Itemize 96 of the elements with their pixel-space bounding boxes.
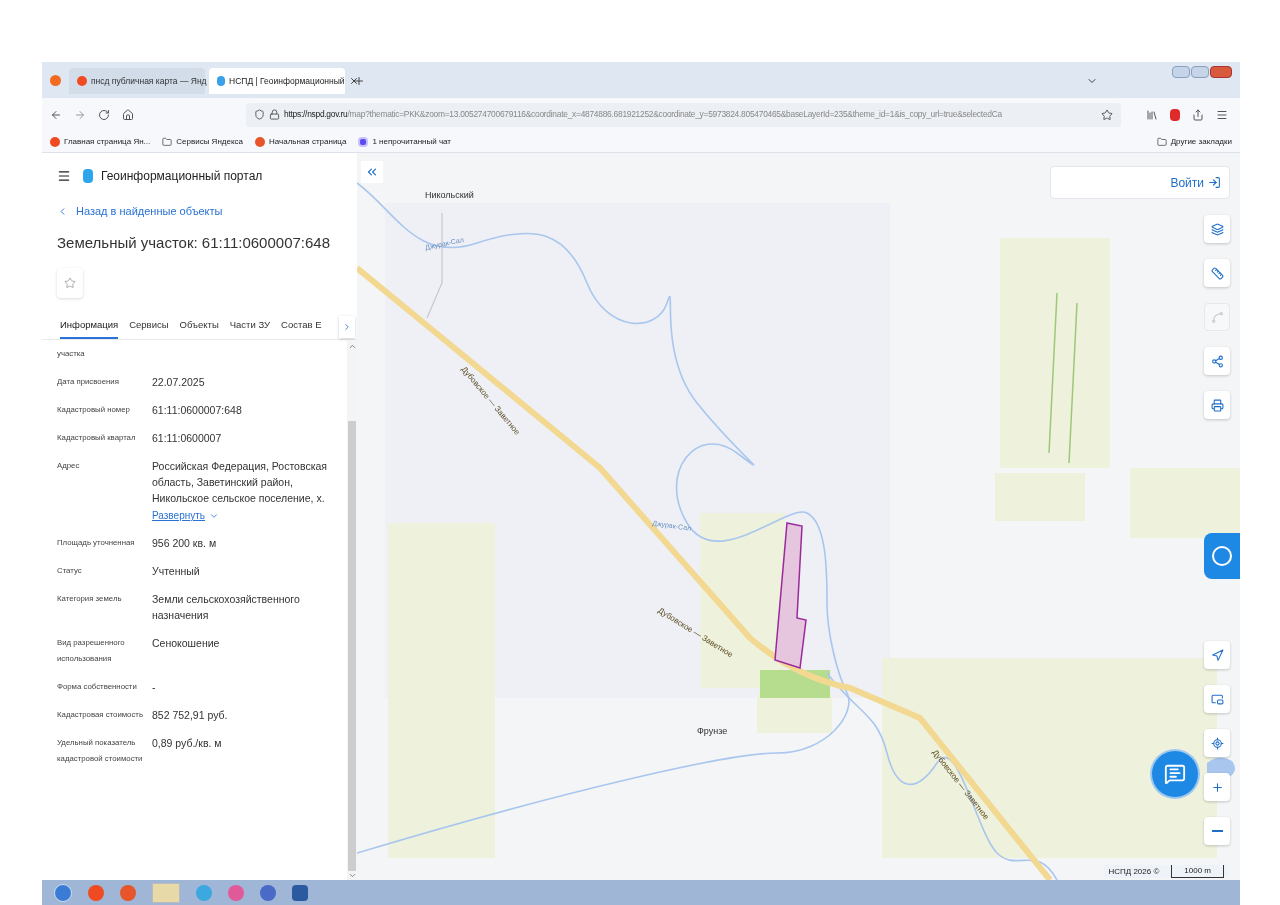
menu-icon[interactable] [1216, 108, 1228, 121]
scale-bar: 1000 m [1171, 865, 1224, 878]
field-value: 0,89 руб./кв. м [152, 736, 222, 751]
new-tab-icon[interactable] [353, 75, 365, 87]
info-tab[interactable]: Сервисы [129, 314, 169, 339]
app-icon[interactable] [120, 884, 136, 901]
field-value: Учтенный [152, 564, 200, 579]
place-label: Никольский [425, 189, 474, 202]
field-value: 61:11:0600007:648 [152, 403, 242, 418]
double-chevron-left-icon [365, 165, 379, 179]
scrollbar-thumb[interactable] [348, 421, 356, 871]
start-button[interactable] [54, 883, 72, 902]
map-tool-button[interactable] [1204, 729, 1230, 757]
portal-logo-icon [83, 169, 93, 183]
close-window-button[interactable] [1210, 66, 1232, 78]
scroll-up-icon[interactable] [347, 342, 357, 351]
browser-logo-icon[interactable] [50, 75, 61, 86]
tab-title: пнсд публичная карта — Янд [91, 74, 207, 88]
field-value: 956 200 кв. м [152, 536, 217, 551]
address-bar[interactable]: https://nspd.gov.ru/map?thematic=PKK&zoom=13.005274700679116&coordinate_x=4874886.681921252&coordinate_y=5973824.805470465&baseLayerId=235&theme_id=1&is_copy_url=true&selectedCa [246, 102, 1121, 127]
chat-icon [1164, 763, 1186, 785]
bookmark-link[interactable]: Другие закладки [1170, 135, 1232, 148]
field-value: 61:11:0600007 [152, 431, 222, 446]
layers-icon [1210, 222, 1224, 236]
field-value: - [152, 680, 156, 695]
browser-tab[interactable]: пнсд публичная карта — Янд [69, 68, 205, 94]
map-tool-button[interactable] [1204, 641, 1230, 669]
login-button[interactable]: Войти [1050, 166, 1230, 199]
map-tool-button[interactable] [1204, 773, 1230, 801]
map-tool-button[interactable] [1204, 685, 1230, 713]
menu-icon[interactable] [57, 169, 71, 183]
place-label: Фрунзе [697, 725, 728, 738]
field-value: Российская Федерация, Ростовская область, Заветинский район, Никольское сельское поселение, х. [152, 459, 328, 506]
info-tab[interactable]: Объекты [179, 314, 219, 339]
yandex-logo-icon [77, 76, 87, 86]
map-tool-button[interactable] [1204, 391, 1230, 419]
lock-icon [269, 109, 280, 120]
chat-button[interactable] [1152, 751, 1198, 797]
info-tab[interactable]: Части ЗУ [229, 314, 271, 339]
object-title: Земельный участок: 61:11:0600007:648 [56, 232, 332, 253]
map-attribution: НСПД 2026 © [1108, 865, 1160, 878]
map-tool-button[interactable] [1204, 259, 1230, 287]
side-widget-tab[interactable] [1204, 533, 1240, 579]
plus-icon [1210, 780, 1224, 794]
widget-icon [1212, 546, 1232, 566]
share-icon[interactable] [1192, 108, 1204, 121]
field-value: 852 752,91 руб. [152, 708, 228, 723]
tab-title: НСПД | Геоинформационный [229, 74, 345, 88]
field-value: Земли сельскохозяйственного назначения [152, 592, 301, 623]
login-icon [1208, 176, 1221, 189]
minimap-icon [1210, 692, 1224, 706]
home-icon[interactable] [122, 108, 134, 121]
minimize-button[interactable] [1172, 66, 1190, 78]
back-icon[interactable] [50, 108, 62, 121]
bookmark-link[interactable]: Начальная страница [268, 135, 347, 148]
bookmark-star-icon[interactable] [1101, 108, 1113, 121]
bookmark-link[interactable]: 1 непрочитанный чат [372, 135, 451, 148]
bookmark-link[interactable]: Сервисы Яндекса [176, 135, 243, 148]
library-icon[interactable] [1146, 108, 1158, 121]
scrollbar[interactable] [347, 340, 357, 880]
expand-link[interactable]: Развернуть [152, 508, 219, 523]
chevron-right-icon [342, 321, 352, 332]
field-value: Сенокошение [152, 636, 220, 651]
share-icon [1210, 354, 1224, 368]
map-tool-button[interactable] [1204, 215, 1230, 243]
app-icon[interactable] [260, 884, 276, 901]
navigation-arrow-icon [1210, 648, 1224, 662]
field-value: 22.07.2025 [152, 375, 205, 390]
app-icon[interactable] [292, 884, 308, 901]
map-tool-button[interactable] [1204, 347, 1230, 375]
close-icon[interactable] [348, 76, 359, 86]
map-tool-button[interactable] [1204, 817, 1230, 845]
restore-button[interactable] [1191, 66, 1209, 78]
printer-icon [1210, 398, 1224, 412]
scroll-down-icon[interactable] [347, 871, 357, 880]
star-icon [64, 277, 76, 289]
bookmark-link[interactable]: Главная страница Ян... [64, 135, 151, 148]
url-text: https://nspd.gov.ru/map?thematic=PKK&zoom=13.005274700679116&coordinate_x=4874886.681921252&coordinate_y=5973824.805470465&baseLayerId=235&theme_id=1&is_copy_url=true&selectedCa [284, 108, 1002, 121]
collapse-panel-button[interactable] [361, 161, 383, 183]
app-icon[interactable] [88, 884, 104, 901]
chat-icon [358, 136, 369, 147]
portal-title: Геоинформационный портал [101, 168, 263, 185]
folder-icon [162, 136, 173, 147]
back-link[interactable]: Назад в найденные объекты [42, 203, 238, 220]
location-icon [1210, 736, 1224, 750]
polygon-icon [1210, 310, 1224, 324]
reload-icon[interactable] [98, 108, 110, 121]
info-tab[interactable]: Информация [60, 314, 119, 339]
shield-icon [254, 109, 265, 120]
yandex-logo-icon [50, 136, 60, 147]
portal-logo-icon [217, 76, 225, 86]
flame-icon [254, 136, 265, 147]
info-tab[interactable]: Состав Е [281, 314, 322, 339]
folder-icon [1156, 136, 1167, 147]
ruler-icon [1210, 266, 1224, 280]
minus-icon [1211, 830, 1223, 832]
